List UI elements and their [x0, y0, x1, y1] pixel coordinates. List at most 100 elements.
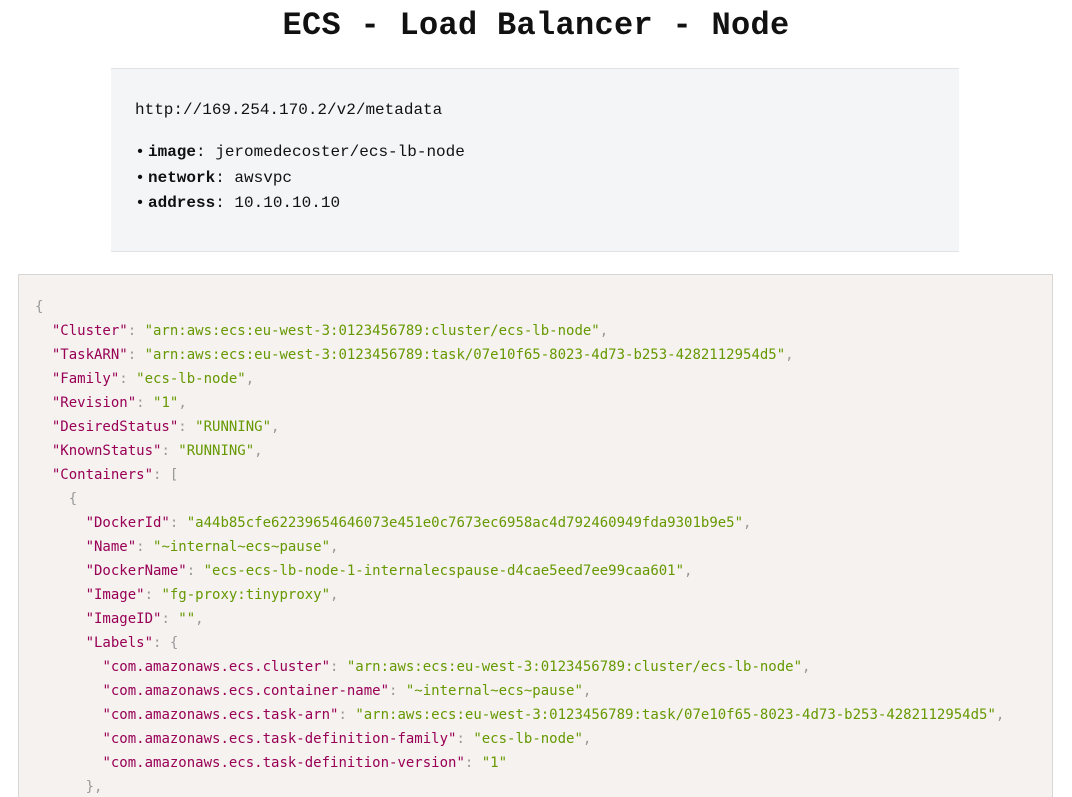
json-punctuation: : — [338, 707, 356, 723]
code-line: "Revision": "1", — [35, 391, 1004, 415]
code-line: "DockerName": "ecs-ecs-lb-node-1-interna… — [35, 559, 1004, 583]
properties-list: • image: jeromedecoster/ecs-lb-node • netw… — [111, 142, 465, 219]
bullet-icon: • — [135, 168, 145, 187]
code-line: "com.amazonaws.ecs.task-arn": "arn:aws:e… — [35, 703, 1004, 727]
json-punctuation: : — [127, 347, 145, 363]
code-line: }, — [35, 775, 1004, 797]
code-line: "KnownStatus": "RUNNING", — [35, 439, 1004, 463]
json-separator: , — [271, 419, 280, 435]
json-separator: , — [995, 707, 1005, 723]
json-punctuation: : — [161, 611, 179, 627]
json-separator: , — [582, 731, 592, 747]
json-key: "com.amazonaws.ecs.task-definition-famil… — [102, 731, 457, 747]
json-key: "Revision" — [51, 395, 137, 411]
json-key: "com.amazonaws.ecs.task-arn" — [102, 707, 339, 723]
json-code-content: { "Cluster": "arn:aws:ecs:eu-west-3:0123… — [35, 295, 1004, 797]
json-key: "Image" — [85, 587, 145, 603]
bullet-icon: • — [135, 143, 145, 161]
json-punctuation: : — [169, 515, 187, 531]
json-bracket: { — [68, 491, 78, 507]
json-key: "com.amazonaws.ecs.container-name" — [102, 683, 390, 699]
metadata-url: http://169.254.170.2/v2/metadata — [135, 101, 443, 119]
json-key: "ImageID" — [85, 611, 162, 627]
property-key: address — [148, 194, 216, 212]
json-string-value: "arn:aws:ecs:eu-west-3:0123456789:task/0… — [144, 347, 786, 363]
code-line: "DockerId": "a44b85cfe62239654646073e451… — [35, 511, 1004, 535]
json-punctuation: : — [127, 323, 145, 339]
code-line: "TaskARN": "arn:aws:ecs:eu-west-3:012345… — [35, 343, 1004, 367]
code-line: "Containers": [ — [35, 463, 1004, 487]
json-bracket: { — [169, 635, 179, 651]
json-string-value: "" — [178, 611, 196, 627]
json-string-value: "~internal~ecs~pause" — [405, 683, 583, 699]
json-separator: , — [802, 659, 811, 675]
property-key: network — [148, 168, 216, 187]
code-line: { — [35, 295, 1004, 319]
json-punctuation: : — [456, 731, 474, 747]
json-string-value: "a44b85cfe62239654646073e451e0c7673ec695… — [186, 515, 744, 531]
json-key: "Labels" — [85, 635, 154, 651]
code-line: "Cluster": "arn:aws:ecs:eu-west-3:012345… — [35, 319, 1004, 343]
json-string-value: "fg-proxy:tinyproxy" — [161, 587, 331, 603]
json-string-value: "~internal~ecs~pause" — [153, 539, 331, 555]
json-separator: , — [254, 443, 263, 459]
json-punctuation: : — [186, 563, 204, 579]
property-value: jeromedecoster/ecs-lb-node — [215, 143, 465, 161]
property-item-image: • image: jeromedecoster/ecs-lb-node — [135, 143, 465, 161]
code-line: "Family": "ecs-lb-node", — [35, 367, 1004, 391]
json-punctuation: : — [161, 443, 179, 459]
code-line: "DesiredStatus": "RUNNING", — [35, 415, 1004, 439]
json-separator: , — [599, 323, 609, 339]
property-item-network: • network: awsvpc — [135, 168, 293, 187]
json-string-value: "arn:aws:ecs:eu-west-3:0123456789:cluste… — [346, 659, 803, 675]
code-line: "Name": "~internal~ecs~pause", — [35, 535, 1004, 559]
json-string-value: "1" — [481, 755, 508, 771]
json-punctuation: : — [330, 659, 347, 675]
json-key: "KnownStatus" — [51, 443, 162, 459]
json-key: "Containers" — [51, 467, 154, 483]
json-separator: , — [743, 515, 752, 531]
json-string-value: "arn:aws:ecs:eu-west-3:0123456789:task/0… — [355, 707, 996, 723]
json-key: "Family" — [51, 371, 120, 387]
json-punctuation: : — [144, 587, 162, 603]
json-separator: , — [330, 587, 339, 603]
json-string-value: "RUNNING" — [178, 443, 255, 459]
bullet-icon: • — [135, 194, 145, 212]
code-line: "com.amazonaws.ecs.task-definition-versi… — [35, 751, 1004, 775]
json-separator: , — [178, 395, 187, 411]
json-punctuation: : — [464, 755, 482, 771]
json-key: "Name" — [85, 539, 137, 555]
json-key: "Cluster" — [51, 323, 128, 339]
code-line: "com.amazonaws.ecs.cluster": "arn:aws:ec… — [35, 655, 1004, 679]
code-line: "Image": "fg-proxy:tinyproxy", — [35, 583, 1004, 607]
json-separator: , — [582, 683, 592, 699]
json-key: "TaskARN" — [51, 347, 128, 363]
json-separator: , — [245, 371, 255, 387]
code-line: "com.amazonaws.ecs.task-definition-famil… — [35, 727, 1004, 751]
json-code-block[interactable]: { "Cluster": "arn:aws:ecs:eu-west-3:0123… — [18, 274, 1053, 797]
json-key: "DockerId" — [85, 515, 170, 531]
json-punctuation: : — [153, 467, 170, 483]
property-value: awsvpc — [234, 168, 293, 187]
json-separator: , — [330, 539, 339, 555]
json-key: "com.amazonaws.ecs.cluster" — [102, 659, 331, 675]
json-string-value: "ecs-ecs-lb-node-1-internalecspause-d4ca… — [203, 563, 685, 579]
code-line: { — [35, 487, 1004, 511]
json-string-value: "1" — [153, 395, 179, 411]
json-punctuation: : — [389, 683, 406, 699]
json-punctuation: : — [178, 419, 196, 435]
property-item-address: • address: 10.10.10.10 — [135, 194, 341, 212]
code-line: "Labels": { — [35, 631, 1004, 655]
code-line: "com.amazonaws.ecs.container-name": "~in… — [35, 679, 1004, 703]
json-key: "DesiredStatus" — [51, 419, 179, 435]
metadata-info-panel: http://169.254.170.2/v2/metadata • image:… — [111, 68, 959, 252]
page-title: ECS - Load Balancer - Node — [282, 7, 790, 44]
property-key: image — [148, 143, 197, 161]
json-string-value: "RUNNING" — [195, 419, 272, 435]
json-string-value: "ecs-lb-node" — [136, 371, 246, 387]
json-bracket: { — [35, 299, 44, 315]
json-bracket: [ — [169, 467, 179, 483]
json-punctuation: : — [136, 395, 154, 411]
json-string-value: "arn:aws:ecs:eu-west-3:0123456789:cluste… — [144, 323, 600, 339]
code-line: "ImageID": "", — [35, 607, 1004, 631]
